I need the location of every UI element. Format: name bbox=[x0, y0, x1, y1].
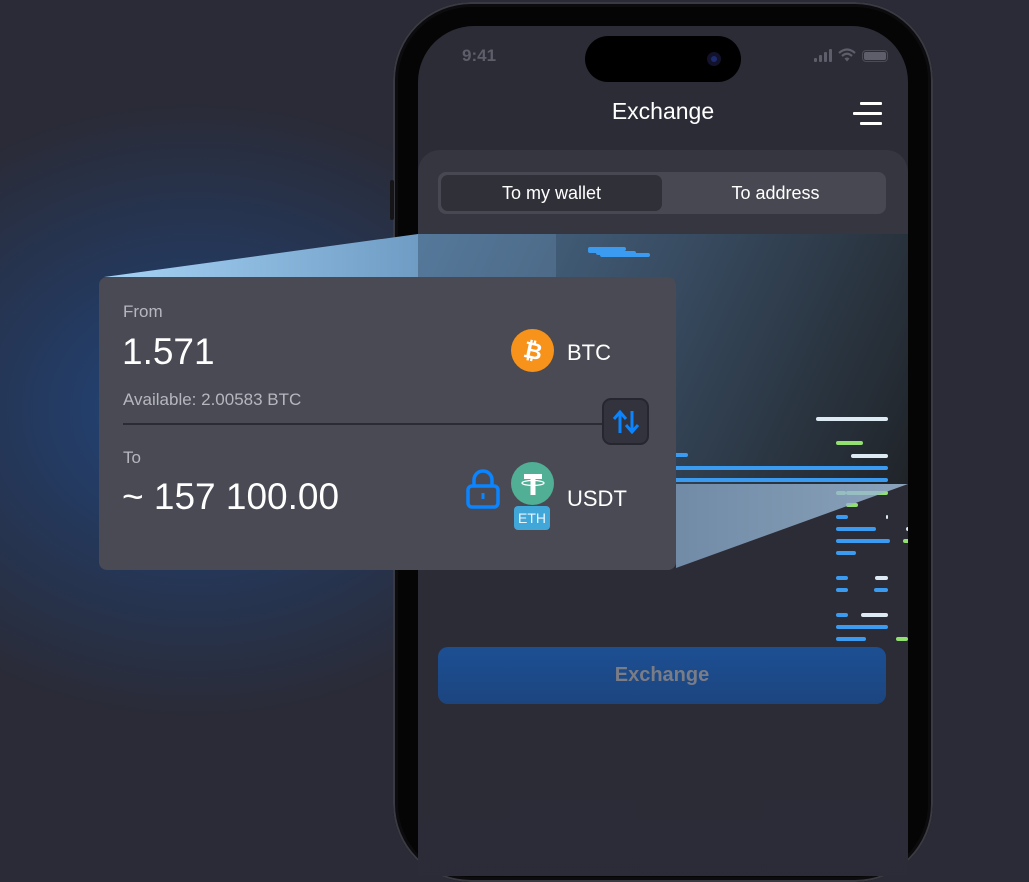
page-title: Exchange bbox=[611, 98, 715, 124]
code-line bbox=[836, 491, 846, 495]
code-line bbox=[874, 588, 888, 592]
code-line bbox=[816, 417, 888, 421]
code-line bbox=[903, 539, 908, 543]
to-currency-selector[interactable]: USDT bbox=[567, 486, 627, 512]
code-line bbox=[836, 625, 888, 629]
code-line bbox=[906, 527, 908, 531]
to-label: To bbox=[123, 448, 141, 467]
code-line bbox=[836, 588, 848, 592]
wifi-icon bbox=[838, 48, 856, 62]
code-line bbox=[836, 527, 876, 531]
tether-icon bbox=[511, 462, 554, 505]
code-line bbox=[886, 515, 888, 519]
battery-icon bbox=[862, 50, 888, 62]
code-line bbox=[836, 637, 866, 641]
swap-button[interactable] bbox=[602, 398, 649, 445]
tab-to-my-wallet[interactable]: To my wallet bbox=[441, 175, 662, 211]
dynamic-island bbox=[585, 36, 741, 82]
from-amount-input[interactable]: 1.571 bbox=[122, 331, 215, 373]
code-line bbox=[896, 637, 908, 641]
code-line bbox=[846, 491, 888, 495]
exchange-card: From 1.571 ₿ BTC Available: 2.00583 BTC … bbox=[99, 277, 676, 570]
available-balance: Available: 2.00583 BTC bbox=[123, 390, 302, 409]
exchange-button[interactable]: Exchange bbox=[438, 647, 886, 704]
code-line bbox=[836, 551, 856, 555]
code-line bbox=[836, 539, 890, 543]
signal-icon bbox=[814, 49, 832, 62]
code-line bbox=[846, 503, 858, 507]
code-line bbox=[851, 454, 888, 458]
from-label: From bbox=[123, 302, 163, 321]
tab-to-address[interactable]: To address bbox=[665, 172, 886, 214]
swap-arrows-icon bbox=[612, 409, 639, 434]
code-line bbox=[600, 253, 650, 257]
code-line bbox=[875, 576, 888, 580]
bitcoin-icon: ₿ bbox=[511, 329, 554, 372]
code-line bbox=[836, 576, 848, 580]
hamburger-menu-icon[interactable] bbox=[852, 102, 882, 126]
status-time: 9:41 bbox=[462, 46, 497, 65]
to-amount: ~ 157 100.00 bbox=[122, 476, 340, 517]
divider bbox=[123, 423, 613, 425]
code-line bbox=[836, 441, 863, 445]
network-badge: ETH bbox=[514, 506, 550, 530]
screen-fade bbox=[418, 736, 908, 876]
from-currency-selector[interactable]: BTC bbox=[567, 340, 611, 366]
status-icons bbox=[814, 48, 888, 62]
camera-icon bbox=[707, 52, 721, 66]
code-line bbox=[836, 613, 848, 617]
code-line bbox=[836, 515, 848, 519]
code-line bbox=[861, 613, 888, 617]
lock-icon[interactable] bbox=[465, 469, 501, 509]
destination-tabs: To my wallet To address bbox=[438, 172, 886, 214]
svg-text:₿: ₿ bbox=[521, 338, 545, 364]
phone-side-button bbox=[390, 180, 394, 220]
